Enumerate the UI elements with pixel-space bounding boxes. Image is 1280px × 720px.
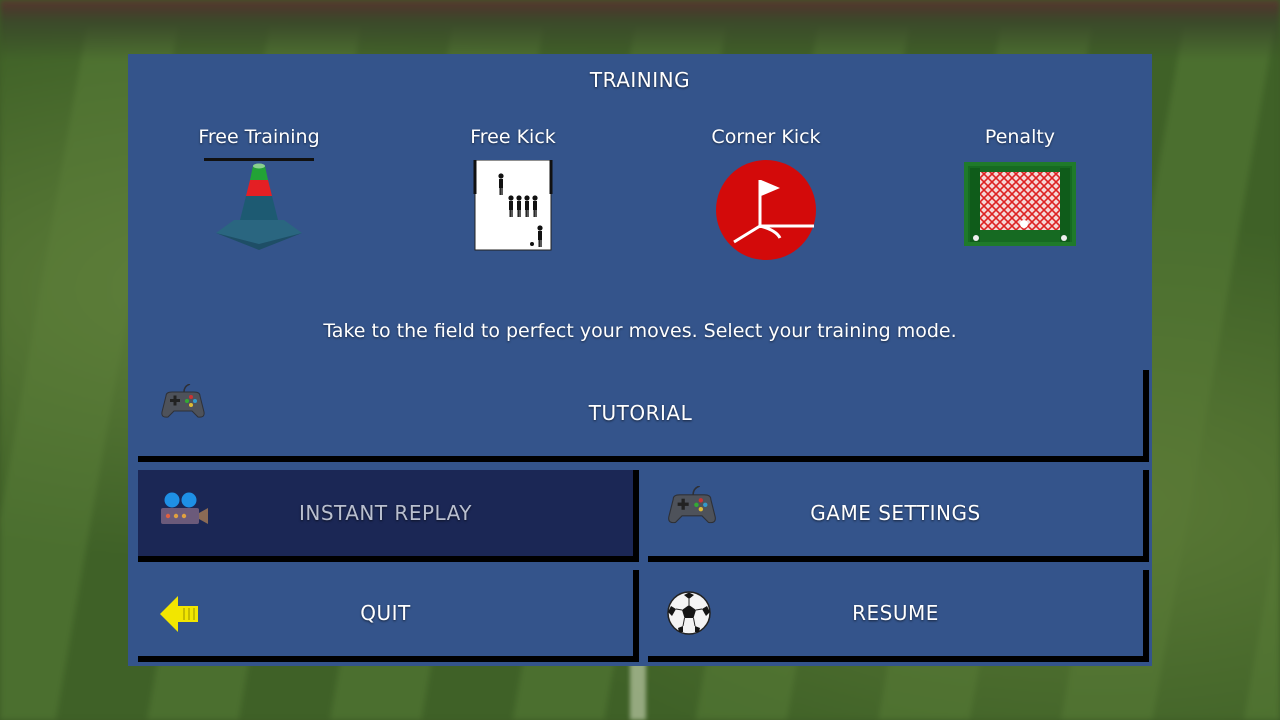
pause-menu-panel: TRAINING Free Training Free Kick Corner … <box>128 54 1152 666</box>
mode-label: Free Kick <box>470 126 556 148</box>
resume-label: RESUME <box>852 601 939 625</box>
free-kick-wall-icon <box>473 160 553 251</box>
resume-button[interactable]: RESUME <box>648 570 1149 662</box>
instant-replay-label: INSTANT REPLAY <box>299 501 472 525</box>
instant-replay-button[interactable]: INSTANT REPLAY <box>138 470 639 562</box>
mode-label: Free Training <box>198 126 320 148</box>
quit-label: QUIT <box>360 601 411 625</box>
quit-button[interactable]: QUIT <box>138 570 639 662</box>
training-title: TRAINING <box>589 68 691 92</box>
tutorial-button[interactable]: TUTORIAL <box>138 370 1149 462</box>
mode-free-training[interactable]: Free Training <box>159 126 359 268</box>
mode-label: Penalty <box>984 126 1056 148</box>
tutorial-label: TUTORIAL <box>588 401 693 425</box>
mode-corner-kick[interactable]: Corner Kick <box>666 126 866 262</box>
goal-net-icon <box>964 162 1076 246</box>
mode-penalty[interactable]: Penalty <box>920 126 1120 246</box>
mode-label: Corner Kick <box>711 126 821 148</box>
corner-flag-icon <box>716 160 816 260</box>
mode-free-kick[interactable]: Free Kick <box>413 126 613 252</box>
game-settings-button[interactable]: GAME SETTINGS <box>648 470 1149 562</box>
pitch-line <box>630 660 646 720</box>
game-settings-label: GAME SETTINGS <box>810 501 981 525</box>
traffic-cone-icon <box>204 158 314 250</box>
training-description: Take to the field to perfect your moves.… <box>323 320 957 342</box>
